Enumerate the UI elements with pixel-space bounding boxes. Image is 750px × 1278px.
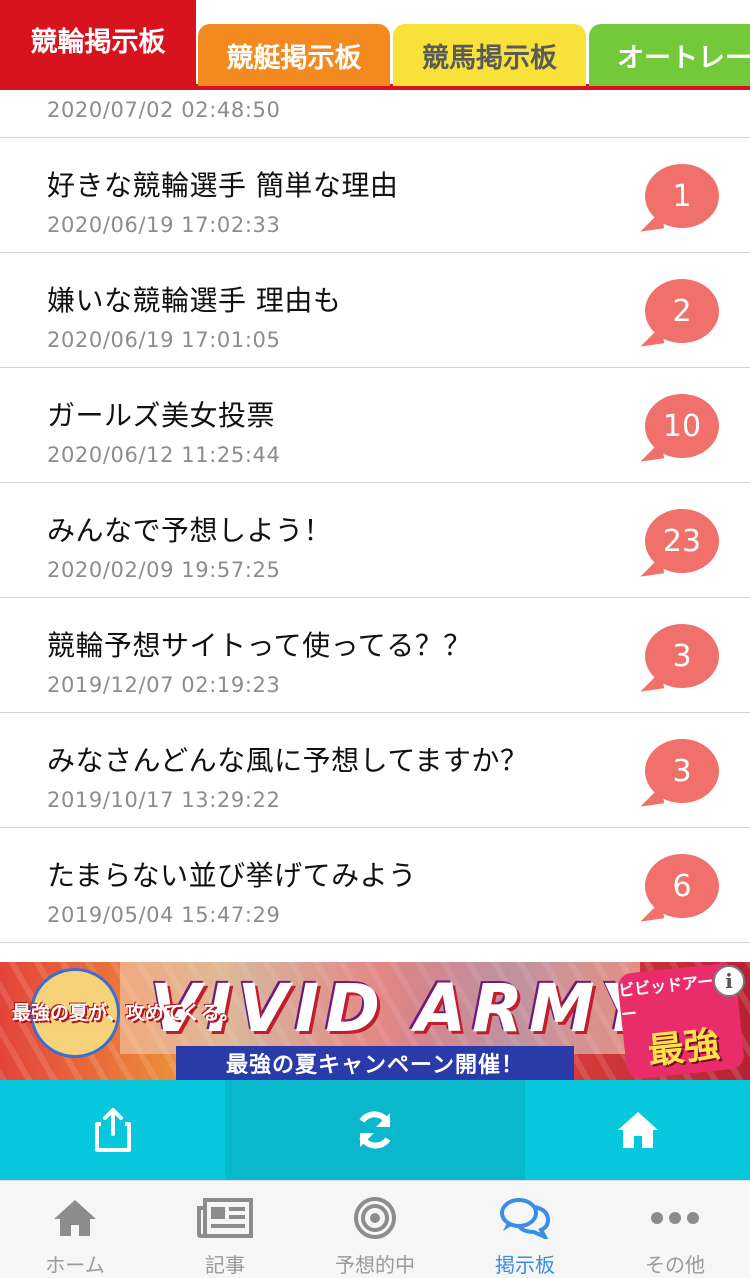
ad-campaign-text: 最強の夏キャンペーン開催！: [176, 1046, 574, 1080]
thread-date: 2019/10/17 13:29:22: [47, 788, 281, 812]
list-item[interactable]: たまらない並び挙げてみよう 2019/05/04 15:47:29 6: [0, 828, 750, 943]
thread-list: 2020/07/02 02:48:50 好きな競輪選手 簡単な理由 2020/0…: [0, 90, 750, 962]
comment-count-badge: 3: [645, 739, 719, 803]
share-icon: [93, 1108, 133, 1152]
thread-date: 2020/06/19 17:02:33: [47, 213, 281, 237]
nav-other-label: その他: [645, 1253, 705, 1277]
list-item[interactable]: みなさんどんな風に予想してますか？ 2019/10/17 13:29:22 3: [0, 713, 750, 828]
thread-title: 嫌いな競輪選手 理由も: [47, 284, 342, 317]
more-icon: [600, 1195, 750, 1241]
thread-title: みんなで予想しよう！: [47, 514, 333, 547]
thread-date: 2020/06/19 17:01:05: [47, 328, 281, 352]
thread-title: たまらない並び挙げてみよう: [47, 859, 417, 892]
ad-badge-main: 最強: [645, 1024, 722, 1073]
tab-kyotei-board[interactable]: 競艇掲示板: [198, 24, 390, 86]
thread-title: ガールズ美女投票: [47, 399, 276, 432]
bottom-navigation: ホーム 記事 予想的中 掲示板 その他: [0, 1180, 750, 1278]
list-item[interactable]: みんなで予想しよう！ 2020/02/09 19:57:25 23: [0, 483, 750, 598]
thread-title: みなさんどんな風に予想してますか？: [47, 744, 529, 777]
tab-keirin-board[interactable]: 競輪掲示板: [0, 0, 196, 90]
comment-count-badge: 2: [645, 279, 719, 343]
home-icon: [616, 1110, 660, 1150]
home-action-button[interactable]: [525, 1080, 750, 1180]
refresh-button[interactable]: [225, 1080, 525, 1180]
list-item[interactable]: 好きな競輪選手 簡単な理由 2020/06/19 17:02:33 1: [0, 138, 750, 253]
comment-count-badge: 10: [645, 394, 719, 458]
newspaper-icon: [150, 1195, 300, 1241]
refresh-icon: [354, 1109, 396, 1151]
action-bar: [0, 1080, 750, 1180]
ad-info-icon[interactable]: i: [713, 965, 745, 997]
thread-date: 2019/05/04 15:47:29: [47, 903, 281, 927]
list-item[interactable]: 2020/07/02 02:48:50: [0, 90, 750, 138]
thread-title: 好きな競輪選手 簡単な理由: [47, 169, 399, 202]
thread-date: 2020/07/02 02:48:50: [47, 98, 281, 122]
nav-home[interactable]: ホーム: [0, 1181, 150, 1278]
nav-board[interactable]: 掲示板: [450, 1181, 600, 1278]
list-item[interactable]: 競輪予想サイトって使ってる？？ 2019/12/07 02:19:23 3: [0, 598, 750, 713]
nav-articles-label: 記事: [205, 1253, 245, 1277]
thread-date: 2019/12/07 02:19:23: [47, 673, 281, 697]
comment-count-badge: 1: [645, 164, 719, 228]
comment-count-badge: 23: [645, 509, 719, 573]
list-item[interactable]: ガールズ美女投票 2020/06/12 11:25:44 10: [0, 368, 750, 483]
tab-keiba-board[interactable]: 競馬掲示板: [393, 24, 586, 86]
nav-articles[interactable]: 記事: [150, 1181, 300, 1278]
tab-autorace-board[interactable]: オートレース: [589, 24, 750, 86]
thread-date: 2020/02/09 19:57:25: [47, 558, 281, 582]
nav-board-label: 掲示板: [495, 1253, 555, 1277]
chat-bubbles-icon: [450, 1195, 600, 1241]
nav-home-label: ホーム: [45, 1253, 105, 1277]
share-button[interactable]: [0, 1080, 225, 1180]
nav-prediction-hits[interactable]: 予想的中: [300, 1181, 450, 1278]
comment-count-badge: 6: [645, 854, 719, 918]
ad-banner[interactable]: VIVID ARMY 最強の夏が、攻めてくる。 最強の夏キャンペーン開催！ ビビ…: [0, 962, 750, 1080]
thread-title: 競輪予想サイトって使ってる？？: [47, 629, 472, 662]
comment-count-badge: 3: [645, 624, 719, 688]
target-icon: [300, 1195, 450, 1241]
ad-tagline: 最強の夏が、攻めてくる。: [12, 1002, 239, 1024]
nav-prediction-hits-label: 予想的中: [335, 1253, 415, 1277]
list-item[interactable]: 嫌いな競輪選手 理由も 2020/06/19 17:01:05 2: [0, 253, 750, 368]
thread-date: 2020/06/12 11:25:44: [47, 443, 281, 467]
category-tab-bar: 競輪掲示板 競艇掲示板 競馬掲示板 オートレース: [0, 0, 750, 90]
nav-other[interactable]: その他: [600, 1181, 750, 1278]
home-icon: [0, 1195, 150, 1241]
